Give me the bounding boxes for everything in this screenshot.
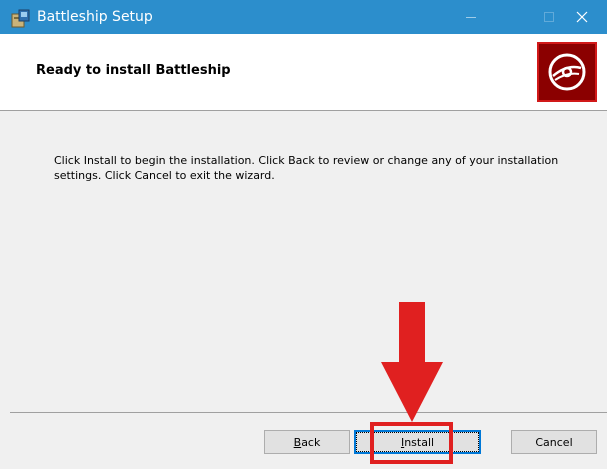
installer-window: Battleship Setup Ready to install Battle…	[0, 0, 607, 469]
close-icon	[576, 11, 588, 23]
install-button[interactable]: Install	[354, 430, 481, 454]
cancel-button[interactable]: Cancel	[511, 430, 597, 454]
wizard-content: Click Install to begin the installation.…	[0, 112, 607, 412]
install-button-label: Install	[400, 435, 435, 449]
window-title: Battleship Setup	[37, 9, 153, 25]
title-bar[interactable]: Battleship Setup	[0, 0, 607, 34]
back-button[interactable]: Back	[264, 430, 350, 454]
close-button[interactable]	[559, 0, 605, 34]
header-banner: Ready to install Battleship	[0, 34, 607, 111]
installer-app-icon	[11, 8, 31, 28]
disc-icon	[537, 42, 597, 102]
instruction-text: Click Install to begin the installation.…	[54, 154, 559, 182]
cancel-button-label: Cancel	[535, 435, 573, 449]
page-title: Ready to install Battleship	[36, 63, 231, 78]
minimize-icon	[466, 16, 476, 18]
maximize-icon	[544, 12, 554, 22]
footer-divider	[10, 412, 607, 413]
minimize-button[interactable]	[448, 0, 494, 34]
install-button-focus: Install	[356, 432, 479, 452]
back-button-label: Back	[293, 435, 321, 449]
